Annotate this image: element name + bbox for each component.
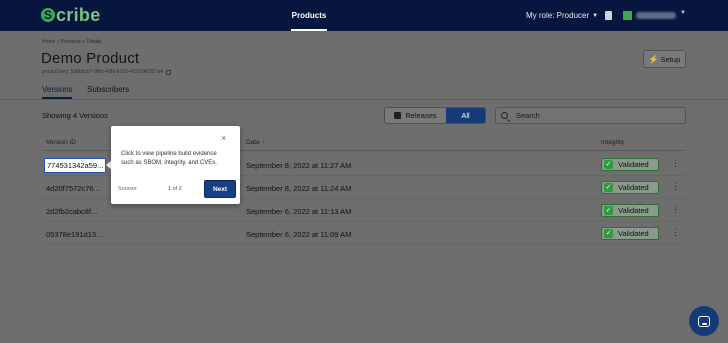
calendar-icon [394, 112, 402, 119]
chat-launcher-button[interactable] [689, 306, 719, 336]
close-icon[interactable]: × [221, 134, 226, 143]
tabs-divider [0, 99, 728, 100]
page-title: Demo Product [41, 50, 140, 67]
status-badge: ✓ Validated [601, 204, 659, 217]
status-label: Validated [618, 183, 649, 192]
search-icon [501, 112, 508, 119]
popover-text: Click to view pipeline build evidence su… [121, 151, 217, 166]
status-label: Validated [618, 206, 649, 215]
check-icon: ✓ [604, 160, 613, 169]
logo-text: cribe [56, 4, 101, 25]
version-id-cell[interactable]: 4d20f7572c76... [46, 184, 100, 193]
status-badge: ✓ Validated [601, 181, 659, 194]
logo-mark: S [41, 8, 55, 22]
versions-count: Showing 4 Versions [42, 111, 108, 120]
document-icon[interactable] [605, 11, 612, 20]
sort-arrow-icon: ↑ [261, 139, 265, 146]
product-key: product key: 5a6bbcb7-8f9c-42fb-b192-492… [42, 69, 171, 75]
version-id-cell[interactable]: 774531342a59... [44, 158, 107, 173]
top-nav: S cribe Products My role: Producer ▼ ▼ [0, 0, 728, 31]
search-placeholder: Search [516, 111, 540, 120]
tab-subscribers[interactable]: Subscribers [87, 85, 129, 94]
check-icon: ✓ [604, 183, 613, 192]
more-options-icon[interactable]: ⋮ [671, 159, 680, 168]
search-input[interactable]: Search [495, 107, 686, 124]
setup-button[interactable]: ⚡ Setup [643, 50, 686, 68]
date-header-label: Date [246, 139, 260, 146]
avatar[interactable] [623, 11, 632, 20]
date-cell: September 6, 2022 at 11:13 AM [246, 207, 352, 216]
chat-icon [698, 315, 710, 327]
scribe-logo[interactable]: S cribe [41, 5, 101, 25]
more-options-icon[interactable]: ⋮ [671, 182, 680, 191]
column-header-version[interactable]: Version ID [46, 139, 76, 146]
column-header-integrity[interactable]: Integrity [601, 139, 624, 146]
status-label: Validated [618, 229, 649, 238]
nav-products[interactable]: Products [284, 0, 334, 31]
role-selector[interactable]: My role: Producer ▼ [526, 11, 598, 20]
product-key-text: product key: 5a6bbcb7-8f9c-42fb-b192-492… [42, 69, 163, 75]
tab-versions[interactable]: Versions [42, 85, 73, 94]
bolt-icon: ⚡ [648, 54, 659, 64]
step-counter: 1 of 2 [168, 186, 182, 192]
status-label: Validated [618, 160, 649, 169]
nav-active-indicator [291, 29, 327, 31]
releases-label: Releases [405, 111, 437, 120]
copy-icon[interactable] [165, 69, 171, 75]
check-icon: ✓ [604, 206, 613, 215]
version-id-cell[interactable]: 2d2fb2cabc8f... [46, 207, 97, 216]
setup-label: Setup [660, 54, 681, 64]
filter-all-button[interactable]: All [446, 108, 485, 123]
date-cell: September 6, 2022 at 11:09 AM [246, 230, 352, 239]
role-label: My role: Producer [526, 11, 590, 20]
snooze-button[interactable]: Snooze [118, 186, 137, 192]
version-id-cell[interactable]: 05378e191d13... [46, 230, 102, 239]
onboarding-popover: × Click to view pipeline build evidence … [111, 126, 240, 204]
date-cell: September 8, 2022 at 11:24 AM [246, 184, 352, 193]
more-options-icon[interactable]: ⋮ [671, 228, 680, 237]
release-filter-toggle: Releases All [384, 107, 486, 124]
username-blurred[interactable] [636, 12, 676, 19]
table-row[interactable]: 05378e191d13... September 6, 2022 at 11:… [42, 223, 686, 245]
check-icon: ✓ [604, 229, 613, 238]
filter-releases-button[interactable]: Releases [385, 108, 446, 123]
more-options-icon[interactable]: ⋮ [671, 205, 680, 214]
status-badge: ✓ Validated [601, 227, 659, 240]
breadcrumb[interactable]: Home > Products > Details [42, 39, 102, 45]
status-badge: ✓ Validated [601, 158, 659, 171]
next-button[interactable]: Next [204, 180, 236, 198]
column-header-date[interactable]: Date ↑ [246, 139, 265, 146]
date-cell: September 8, 2022 at 11:27 AM [246, 161, 352, 170]
chevron-down-icon: ▼ [592, 12, 599, 19]
user-chevron-down-icon[interactable]: ▼ [680, 10, 686, 16]
